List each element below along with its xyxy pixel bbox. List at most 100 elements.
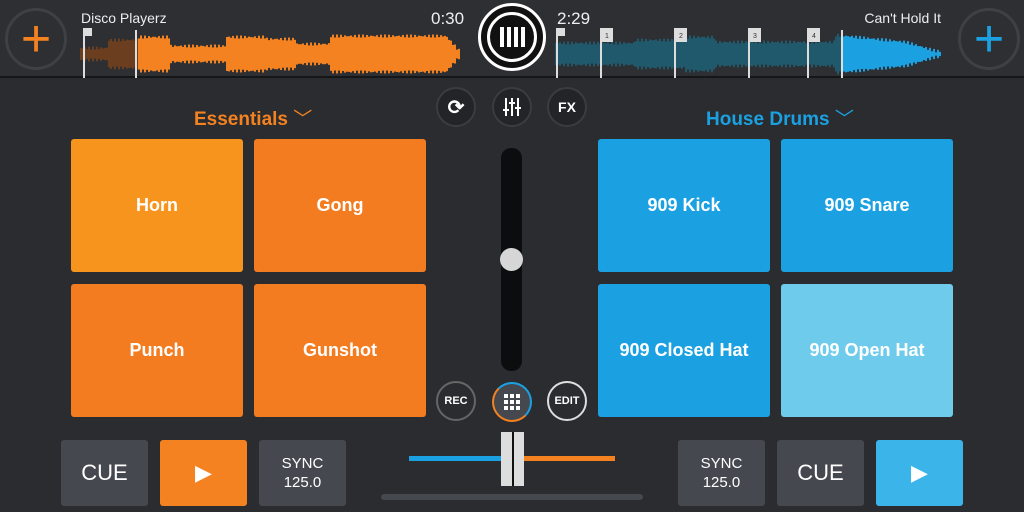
pads-grid-button[interactable] [492, 382, 532, 422]
right-sync-button[interactable]: SYNC 125.0 [678, 440, 765, 506]
waveform-bar [412, 37, 414, 71]
waveform-bar [931, 51, 933, 57]
waveform-bar [258, 35, 260, 73]
playhead [135, 30, 137, 78]
waveform-bar [306, 42, 308, 66]
waveform-bar [118, 38, 120, 70]
waveform-bar [290, 40, 292, 68]
waveform-bar [300, 44, 302, 64]
waveform-bar [613, 44, 615, 64]
sample-pad[interactable]: Horn [71, 139, 243, 272]
pad-label: 909 Kick [647, 195, 721, 215]
waveform-bar [320, 44, 322, 64]
fx-button[interactable]: FX [547, 87, 587, 127]
play-icon: ▶ [195, 460, 212, 485]
waveform-bar [767, 40, 769, 68]
sample-pad[interactable]: Punch [71, 284, 243, 417]
sample-pad[interactable]: 909 Closed Hat [598, 284, 770, 417]
waveform-bar [288, 37, 290, 71]
waveform-bar [360, 37, 362, 71]
waveform-bar [863, 36, 865, 72]
waveform-bar [679, 40, 681, 68]
left-cue-button[interactable]: CUE [61, 440, 148, 506]
waveform-bar [591, 44, 593, 64]
crossfader-handle[interactable] [501, 432, 524, 486]
waveform-bar [180, 45, 182, 63]
waveform-bar [605, 43, 607, 65]
waveform-bar [831, 43, 833, 65]
waveform-bar [444, 35, 446, 73]
left-sample-bank-dropdown[interactable]: Essentials ﹀ [194, 104, 312, 131]
rec-button[interactable]: REC [436, 381, 476, 421]
waveform-bar [382, 37, 384, 71]
right-cue-button[interactable]: CUE [777, 440, 864, 506]
waveform-bar [236, 35, 238, 73]
waveform-bar [420, 36, 422, 72]
waveform-bar [252, 37, 254, 71]
waveform-bar [286, 40, 288, 68]
waveform-bar [212, 47, 214, 61]
waveform-bar [703, 36, 705, 72]
waveform-bar [603, 43, 605, 65]
waveform-bar [234, 38, 236, 70]
waveform-bar [240, 35, 242, 73]
pitch-bar[interactable] [381, 494, 643, 500]
waveform-bar [224, 46, 226, 62]
waveform-bar [310, 42, 312, 66]
waveform-bar [561, 44, 563, 64]
waveform-bar [266, 37, 268, 71]
waveform-bar [198, 46, 200, 62]
waveform-bar [769, 42, 771, 66]
waveform-bar [615, 41, 617, 67]
waveform-bar [178, 46, 180, 62]
waveform-bar [917, 46, 919, 62]
waveform-bar [244, 35, 246, 73]
left-play-button[interactable]: ▶ [160, 440, 247, 506]
waveform-bar [637, 38, 639, 70]
waveform-bar [789, 40, 791, 68]
waveform-bar [927, 49, 929, 59]
sample-pad[interactable]: Gunshot [254, 284, 426, 417]
left-waveform[interactable] [80, 26, 465, 78]
waveform-bar [827, 42, 829, 66]
sample-pad[interactable]: 909 Kick [598, 139, 770, 272]
waveform-bar [246, 37, 248, 71]
waveform-bar [895, 41, 897, 67]
waveform-bar [665, 41, 667, 67]
cue-label: CUE [797, 460, 844, 485]
right-play-button[interactable]: ▶ [876, 440, 963, 506]
right-sample-bank-dropdown[interactable]: House Drums ﹀ [706, 104, 854, 131]
waveform-bar [729, 41, 731, 67]
pause-button[interactable] [478, 3, 546, 71]
waveform-bar [655, 39, 657, 69]
waveform-bar [138, 38, 140, 70]
waveform-bar [719, 40, 721, 68]
waveform-bar [933, 48, 935, 60]
waveform-bar [356, 37, 358, 71]
edit-button[interactable]: EDIT [547, 381, 587, 421]
chevron-down-icon: ﹀ [293, 109, 313, 130]
waveform-bar [350, 35, 352, 73]
mixer-button[interactable] [492, 87, 532, 127]
sync-label: SYNC [700, 455, 743, 472]
add-track-right-button[interactable]: + [958, 8, 1020, 70]
waveform-bar [364, 37, 366, 71]
waveform-bar [152, 36, 154, 72]
right-waveform[interactable]: 1 2 3 4 [555, 26, 945, 78]
waveform-bar [278, 39, 280, 69]
sample-pad[interactable]: 909 Open Hat [781, 284, 953, 417]
volume-slider-knob[interactable] [500, 248, 523, 271]
waveform-bar [875, 39, 877, 69]
waveform-bar [757, 43, 759, 65]
left-sync-button[interactable]: SYNC 125.0 [259, 440, 346, 506]
waveform-bar [438, 37, 440, 71]
sample-pad[interactable]: 909 Snare [781, 139, 953, 272]
playhead [841, 30, 843, 78]
sync-loop-button[interactable]: ⟳ [436, 87, 476, 127]
waveform-bar [370, 35, 372, 73]
sample-pad[interactable]: Gong [254, 139, 426, 272]
waveform-bar [781, 40, 783, 68]
add-track-left-button[interactable]: + [5, 8, 67, 70]
waveform-bar [713, 38, 715, 70]
waveform-bar [587, 44, 589, 64]
